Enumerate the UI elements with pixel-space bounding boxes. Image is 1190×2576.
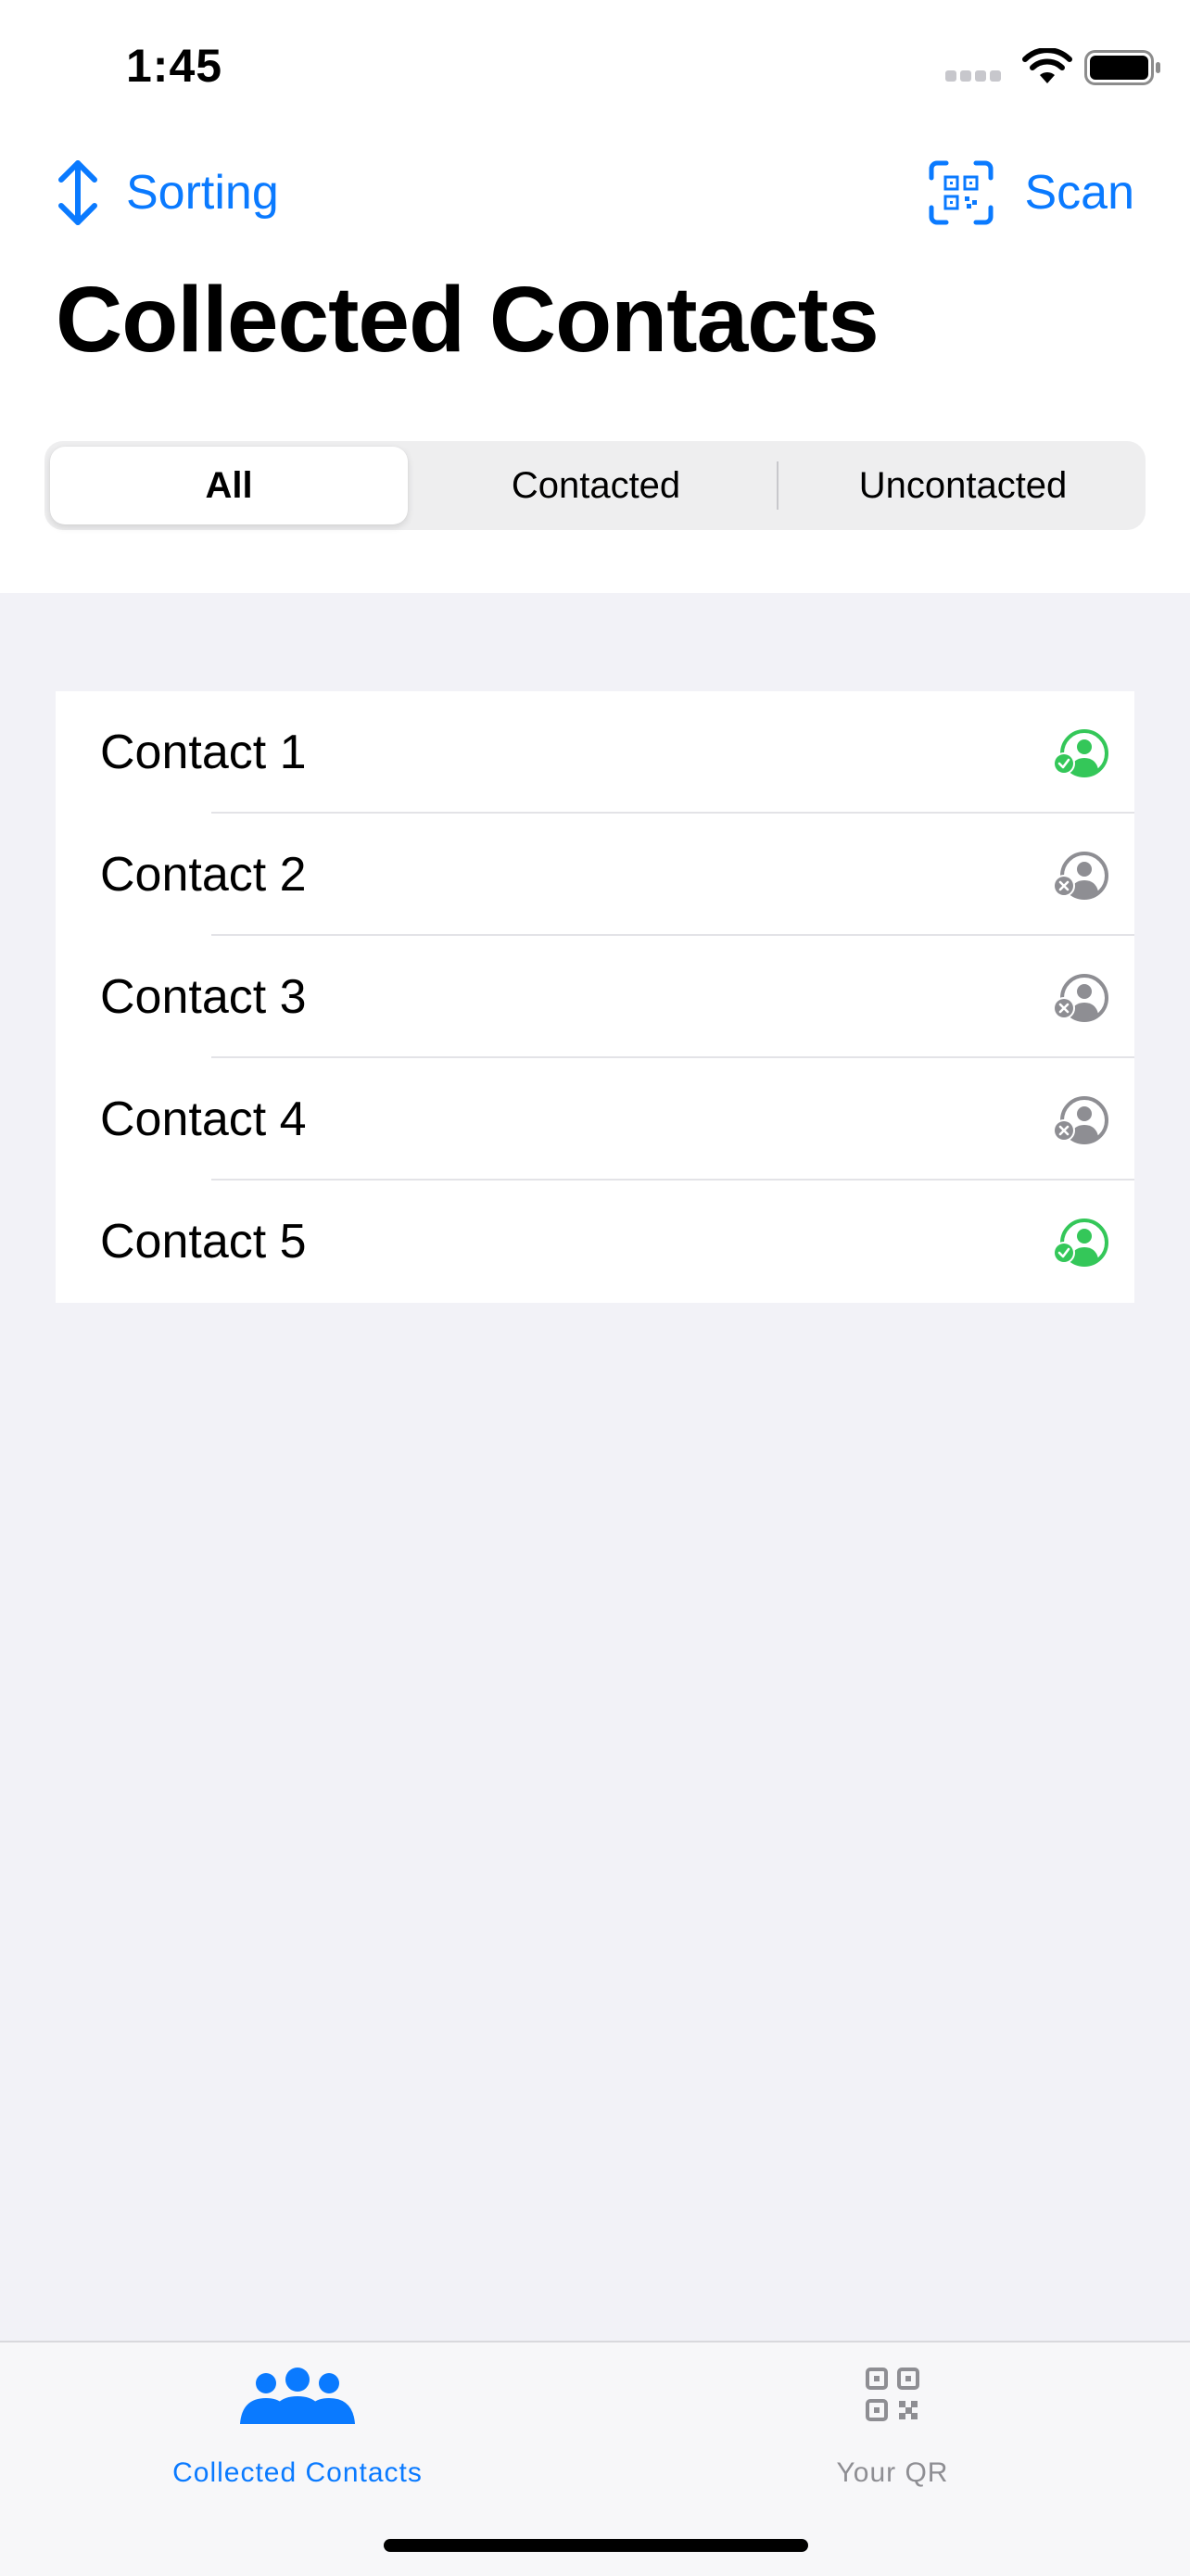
sorting-label: Sorting: [126, 166, 279, 220]
contact-row[interactable]: Contact 1: [56, 691, 1134, 814]
tab-label: Your QR: [836, 2457, 949, 2488]
status-indicators: [893, 0, 1190, 130]
sorting-button[interactable]: Sorting: [52, 158, 279, 228]
uncontacted-status-icon: [1053, 974, 1108, 1022]
contact-row[interactable]: Contact 2: [56, 814, 1134, 936]
contacts-list: Contact 1 Contact 2 Contact 3 Contact 4 …: [56, 691, 1134, 1303]
people-icon: [240, 2368, 355, 2424]
tab-your-qr[interactable]: Your QR: [595, 2342, 1190, 2509]
scan-label: Scan: [1024, 166, 1134, 220]
segment-all[interactable]: All: [50, 447, 408, 524]
cellular-signal-icon: [945, 70, 1003, 83]
segment-contacted[interactable]: Contacted: [417, 447, 775, 524]
uncontacted-status-icon: [1053, 1096, 1108, 1144]
status-time: 1:45: [126, 40, 223, 92]
qr-code-icon: [866, 2368, 919, 2421]
contact-name: Contact 4: [100, 1092, 307, 1146]
battery-icon: [1084, 50, 1160, 85]
segment-divider: [777, 461, 779, 510]
segment-uncontacted[interactable]: Uncontacted: [784, 447, 1142, 524]
wifi-icon: [1022, 48, 1072, 83]
page-title: Collected Contacts: [56, 268, 880, 372]
filter-segmented-control: All Contacted Uncontacted: [44, 441, 1146, 530]
contact-name: Contact 1: [100, 726, 307, 779]
qr-scan-icon: [929, 160, 994, 225]
header-area: 1:45 Sorting Scan Collected Contacts All…: [0, 0, 1190, 593]
up-down-arrows-icon: [58, 160, 97, 225]
tab-label: Collected Contacts: [172, 2457, 423, 2488]
home-indicator: [384, 2539, 808, 2552]
contact-row[interactable]: Contact 4: [56, 1058, 1134, 1181]
contact-name: Contact 3: [100, 970, 307, 1024]
contact-name: Contact 5: [100, 1215, 307, 1269]
contact-row[interactable]: Contact 3: [56, 936, 1134, 1058]
contact-row[interactable]: Contact 5: [56, 1181, 1134, 1303]
scan-button[interactable]: Scan: [928, 158, 1134, 228]
uncontacted-status-icon: [1053, 852, 1108, 900]
contact-name: Contact 2: [100, 848, 307, 902]
contacted-status-icon: [1053, 729, 1108, 777]
contacted-status-icon: [1053, 1219, 1108, 1267]
tab-collected-contacts[interactable]: Collected Contacts: [0, 2342, 595, 2509]
